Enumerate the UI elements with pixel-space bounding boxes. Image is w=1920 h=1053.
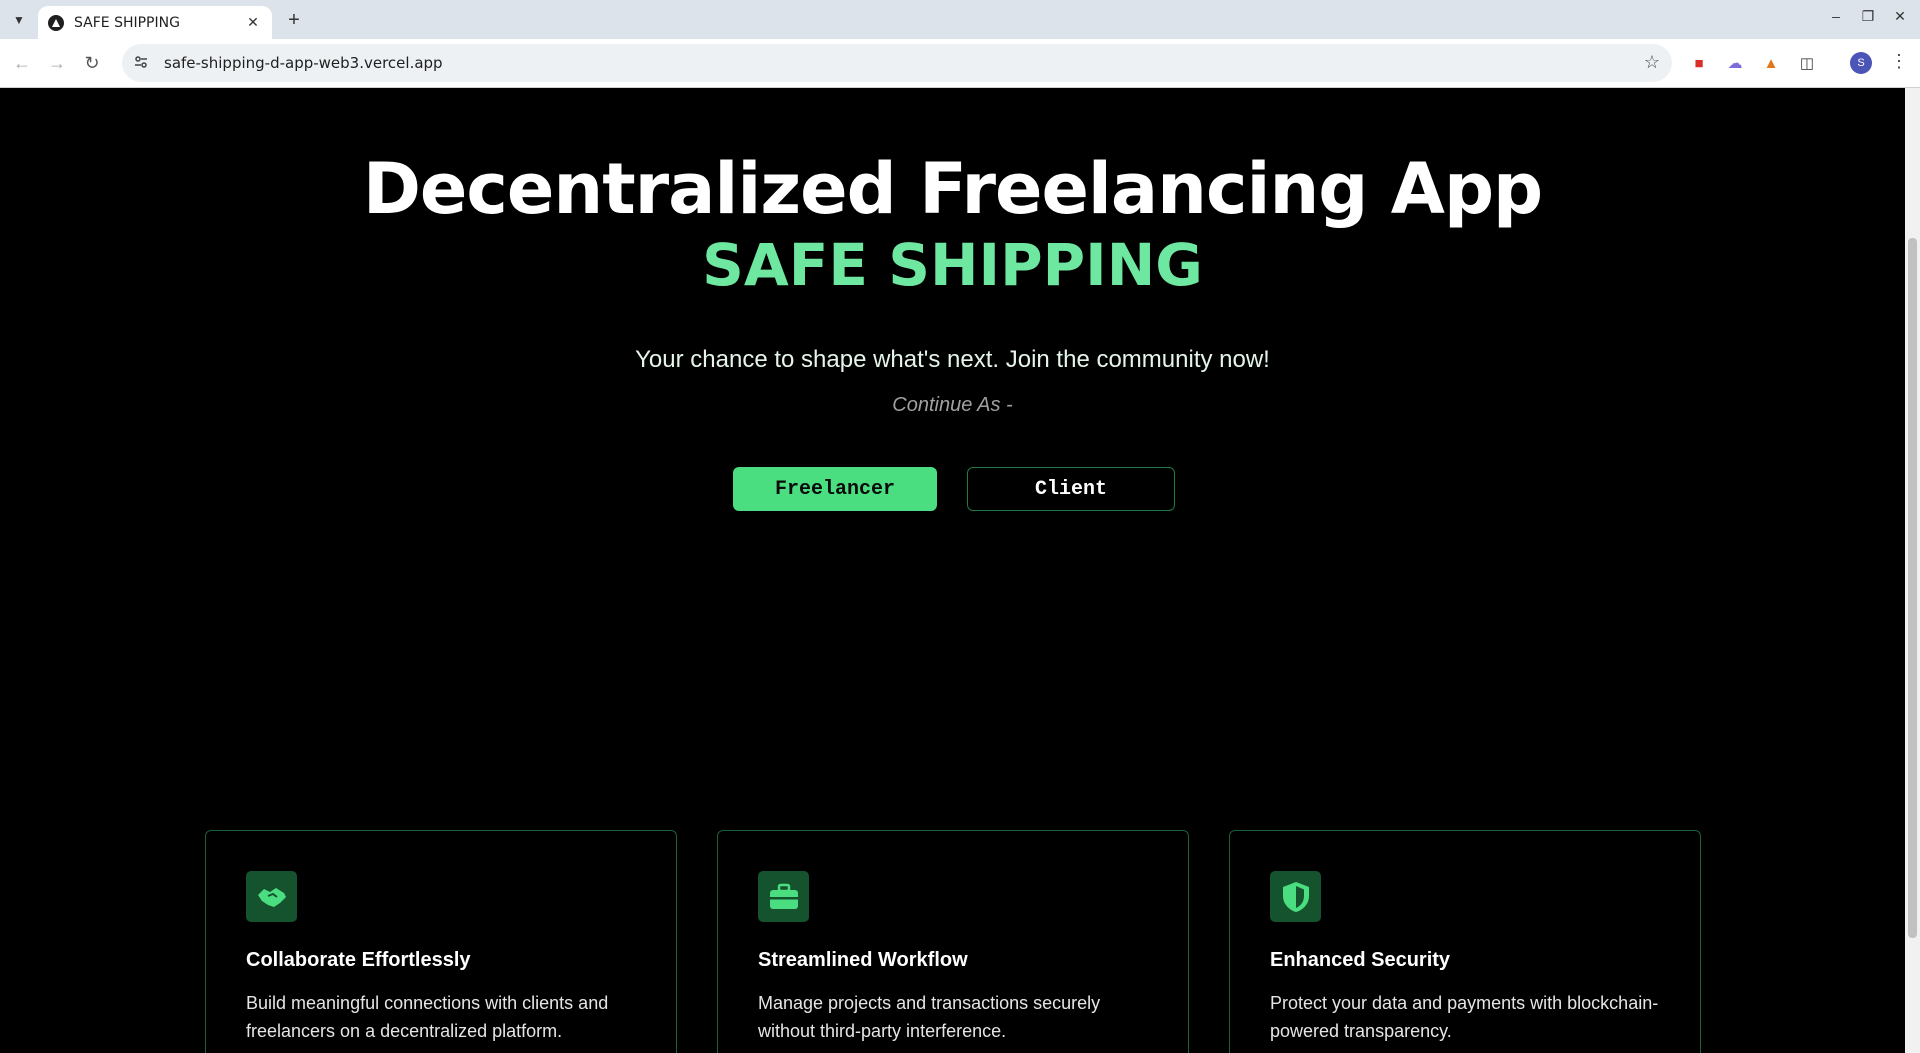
back-arrow-icon[interactable]: ← [10,51,34,75]
tab-close-icon[interactable]: ✕ [244,14,262,31]
shield-icon [1270,871,1321,922]
feature-card-security: Enhanced Security Protect your data and … [1229,830,1701,1053]
feature-text: Build meaningful connections with client… [246,993,609,1041]
hero-subtitle: SAFE SHIPPING [702,231,1203,299]
hero-tagline: Your chance to shape what's next. Join t… [635,346,1270,373]
extension-lock-icon[interactable]: ■ [1688,52,1710,74]
site-favicon-icon [48,14,64,31]
feature-card-collaborate: Collaborate Effortlessly Build meaningfu… [205,830,677,1053]
tab-list-chevron-icon[interactable]: ▼ [8,9,30,31]
handshake-icon [246,871,297,922]
briefcase-icon [758,871,809,922]
restore-icon[interactable]: ❐ [1856,8,1880,25]
url-text: safe-shipping-d-app-web3.vercel.app [164,54,443,72]
hero-title: Decentralized Freelancing App [362,148,1543,230]
extension-cloud-icon[interactable]: ☁ [1724,52,1746,74]
client-button[interactable]: Client [967,467,1175,511]
reload-icon[interactable]: ↻ [80,51,104,75]
continue-as-label: Continue As - [892,394,1013,416]
tab-title: SAFE SHIPPING [74,14,180,31]
profile-avatar[interactable]: S [1850,52,1872,74]
metamask-fox-icon[interactable]: ▲ [1760,52,1782,74]
page-content: Decentralized Freelancing App SAFE SHIPP… [0,88,1905,1053]
scrollbar-thumb[interactable] [1908,238,1917,938]
new-tab-icon[interactable]: + [282,8,306,32]
browser-menu-icon[interactable]: ⋮ [1890,51,1908,72]
freelancer-button[interactable]: Freelancer [733,467,937,511]
site-settings-icon[interactable] [134,55,154,72]
minimize-icon[interactable]: – [1824,8,1848,24]
feature-title: Collaborate Effortlessly [246,949,471,971]
bookmark-star-icon[interactable]: ☆ [1644,52,1660,73]
browser-toolbar: ← → ↻ safe-shipping-d-app-web3.vercel.ap… [0,39,1920,88]
window-close-icon[interactable]: ✕ [1888,8,1912,25]
browser-tab[interactable]: SAFE SHIPPING ✕ [38,6,272,39]
feature-title: Enhanced Security [1270,949,1451,971]
address-bar[interactable]: safe-shipping-d-app-web3.vercel.app ☆ [122,44,1672,82]
feature-text: Manage projects and transactions securel… [758,993,1101,1041]
feature-card-workflow: Streamlined Workflow Manage projects and… [717,830,1189,1053]
page-scrollbar[interactable] [1905,88,1920,1053]
extensions-puzzle-icon[interactable]: ◫ [1796,52,1818,74]
feature-title: Streamlined Workflow [758,949,968,971]
feature-text: Protect your data and payments with bloc… [1270,993,1659,1041]
browser-tab-bar: ▼ SAFE SHIPPING ✕ + – ❐ ✕ [0,0,1920,39]
forward-arrow-icon[interactable]: → [45,51,69,75]
